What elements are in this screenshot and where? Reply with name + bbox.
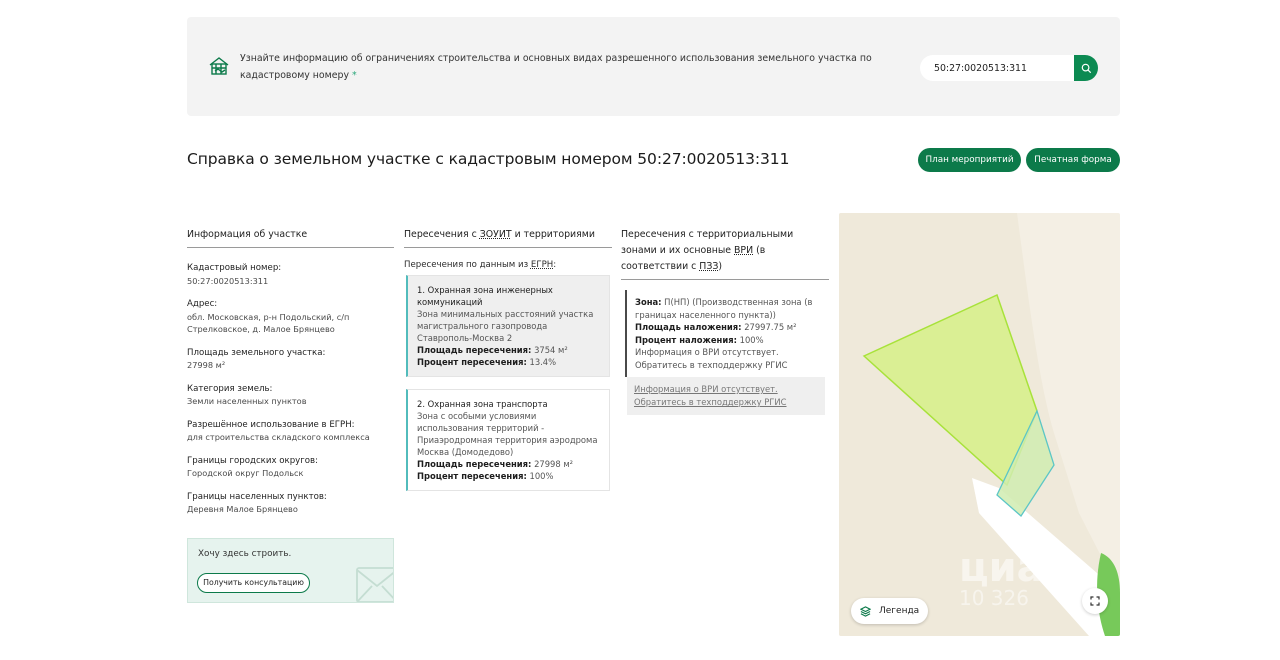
percent-label: Процент пересечения: — [417, 471, 527, 481]
land-parcel-icon — [207, 54, 231, 78]
info-label: Кадастровый номер: — [187, 263, 282, 273]
info-area: Площадь земельного участка: 27998 м² — [187, 347, 394, 372]
layers-icon — [860, 605, 871, 617]
info-cadastral: Кадастровый номер: 50:27:0020513:311 — [187, 262, 394, 287]
banner-asterisk: * — [352, 70, 357, 81]
print-form-button[interactable]: Печатная форма — [1026, 148, 1120, 172]
zone-label: Зона: — [635, 297, 662, 307]
zone-card-title: 2. Охранная зона транспорта — [417, 399, 548, 409]
info-value: Земли населенных пунктов — [187, 396, 307, 406]
info-value: 27998 м² — [187, 360, 226, 370]
info-category: Категория земель: Земли населенных пункт… — [187, 383, 394, 408]
search-icon — [1081, 63, 1091, 73]
info-value: Городской округ Подольск — [187, 468, 304, 478]
info-value: Деревня Малое Брянцево — [187, 504, 298, 514]
zone-card-title: 1. Охранная зона инженерных коммуникаций — [417, 285, 553, 307]
area-value: 27998 м² — [534, 459, 574, 469]
map-canvas: циан 10 326 — [839, 213, 1120, 636]
egrn-abbr: ЕГРН — [530, 260, 554, 270]
heading-text: и территориями — [511, 229, 595, 240]
area-label: Площадь пересечения: — [417, 459, 532, 469]
vri-missing-text: Информация о ВРИ отсутствует. Обратитесь… — [635, 347, 788, 370]
egrn-subheading: Пересечения по данным из ЕГРН: — [404, 260, 612, 270]
info-label: Границы городских округов: — [187, 455, 319, 466]
vri-abbr: ВРИ — [734, 245, 754, 256]
area-label: Площадь пересечения: — [417, 345, 532, 355]
info-address: Адрес: обл. Московская, р-н Подольский, … — [187, 298, 394, 336]
info-value: для строительства складского комплекса — [187, 432, 370, 442]
info-label: Границы населенных пунктов: — [187, 491, 327, 502]
envelope-icon — [356, 567, 393, 602]
fullscreen-icon — [1090, 596, 1100, 606]
territorial-zones-heading: Пересечения с территориальными зонами и … — [621, 227, 829, 280]
heading-text: ) — [718, 261, 723, 272]
info-label: Адрес: — [187, 299, 218, 309]
parcel-info-column: Информация об участке Кадастровый номер:… — [187, 227, 394, 516]
info-permitted-use: Разрешённое использование в ЕГРН: для ст… — [187, 419, 394, 444]
map-watermark-number: 10 326 — [959, 586, 1029, 610]
search-button[interactable] — [1074, 55, 1098, 81]
info-value: обл. Московская, р-н Подольский, с/п Стр… — [187, 311, 350, 335]
zone-card-desc: Зона с особыми условиями использования т… — [417, 411, 598, 457]
search-banner: Узнайте информацию об ограничениях строи… — [187, 17, 1120, 116]
consultation-text: Хочу здесь строить. — [198, 549, 292, 559]
banner-text: Узнайте информацию об ограничениях строи… — [240, 53, 872, 81]
cadastral-search-input[interactable] — [934, 55, 1064, 81]
parcel-map[interactable]: циан 10 326 Легенда — [839, 213, 1120, 636]
legend-button[interactable]: Легенда — [851, 598, 928, 624]
zone-value: П(НП) (Производственная зона (в границах… — [635, 297, 813, 320]
area-value: 3754 м² — [534, 345, 568, 355]
zone-card-desc: Зона минимальных расстояний участка маги… — [417, 309, 594, 343]
info-value: 50:27:0020513:311 — [187, 275, 269, 286]
banner-description: Узнайте информацию об ограничениях строи… — [240, 50, 900, 84]
action-plan-button[interactable]: План мероприятий — [918, 148, 1021, 172]
percent-label: Процент пересечения: — [417, 357, 527, 367]
overlap-percent-value: 100% — [739, 334, 764, 345]
info-settlement: Границы населенных пунктов: Деревня Мало… — [187, 491, 394, 516]
zouit-abbr: ЗОУИТ — [479, 229, 512, 240]
info-city-district: Границы городских округов: Городской окр… — [187, 455, 394, 480]
overlap-percent-label: Процент наложения: — [635, 334, 737, 345]
zouit-heading: Пересечения с ЗОУИТ и территориями — [404, 227, 612, 248]
fullscreen-button[interactable] — [1082, 588, 1108, 614]
consultation-panel: Хочу здесь строить. Получить консультаци… — [187, 538, 394, 603]
page-title: Справка о земельном участке с кадастровы… — [187, 150, 790, 168]
zone-card-2[interactable]: 2. Охранная зона транспорта Зона с особы… — [406, 389, 610, 491]
subheading-text: Пересечения по данным из — [404, 260, 531, 270]
cadastral-search — [920, 55, 1098, 81]
percent-value: 13.4% — [529, 357, 557, 367]
info-label: Категория земель: — [187, 383, 273, 394]
zone-card-1[interactable]: 1. Охранная зона инженерных коммуникаций… — [406, 275, 610, 377]
map-watermark: циан — [959, 545, 1071, 591]
territorial-zone-card: Зона: П(НП) (Производственная зона (в гр… — [625, 290, 825, 377]
legend-label: Легенда — [879, 606, 920, 616]
percent-value: 100% — [529, 471, 554, 481]
overlap-area-value: 27997.75 м² — [744, 322, 797, 332]
parcel-info-heading: Информация об участке — [187, 227, 394, 248]
get-consultation-button[interactable]: Получить консультацию — [197, 573, 310, 593]
overlap-area-label: Площадь наложения: — [635, 322, 742, 332]
subheading-text: : — [553, 260, 557, 270]
pzz-abbr: ПЗЗ — [699, 261, 719, 272]
vri-support-link[interactable]: Информация о ВРИ отсутствует. Обратитесь… — [627, 377, 825, 415]
info-label: Разрешённое использование в ЕГРН: — [187, 419, 355, 430]
info-label: Площадь земельного участка: — [187, 347, 326, 358]
zouit-column: Пересечения с ЗОУИТ и территориями Перес… — [404, 227, 612, 491]
heading-text: Пересечения с территориальными зонами и … — [621, 229, 794, 256]
heading-text: Пересечения с — [404, 229, 480, 240]
territorial-zones-column: Пересечения с территориальными зонами и … — [621, 227, 829, 415]
